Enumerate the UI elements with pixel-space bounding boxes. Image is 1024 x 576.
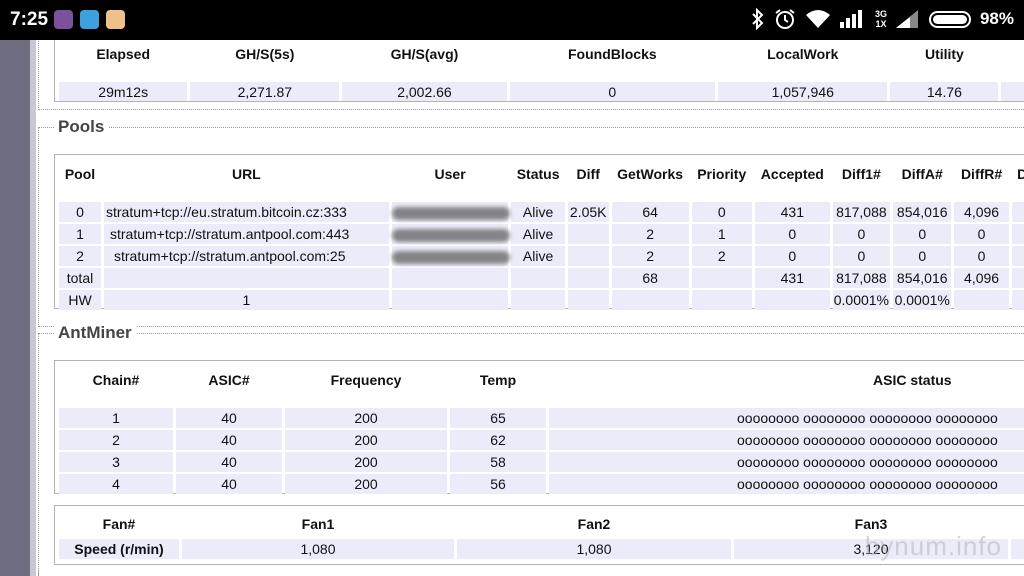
wifi-icon [805, 10, 830, 28]
summary-header: GH/S(avg) [390, 46, 459, 62]
network-type: 3G 1X [874, 9, 887, 29]
page-content: Elapsed GH/S(5s) GH/S(avg) FoundBlocks L… [36, 40, 1024, 576]
table-row: 2 40 200 62 oooooooo oooooooo oooooooo o… [59, 430, 1024, 450]
summary-header: Elapsed [96, 46, 151, 62]
summary-header: FoundBlocks [567, 46, 657, 62]
pools-header: Diff1# [841, 166, 881, 182]
gallery-app-icon [106, 10, 125, 29]
pools-header: Status [516, 166, 560, 182]
table-row: 1 stratum+tcp://stratum.antpool.com:443 … [59, 224, 1024, 244]
left-sidebar [0, 40, 30, 576]
table-row: HW 1 0.0001% 0.0001% [59, 290, 1024, 310]
antminer-header: ASIC status [873, 372, 952, 388]
table-row: 2 stratum+tcp://stratum.antpool.com:25 A… [59, 246, 1024, 266]
table-row: 1 40 200 65 oooooooo oooooooo oooooooo o… [59, 408, 1024, 428]
pools-legend: Pools [54, 117, 109, 137]
pools-header: DiffA# [901, 166, 943, 182]
bluetooth-icon [752, 8, 764, 30]
antminer-header: ASIC# [208, 372, 250, 388]
antminer-legend: AntMiner [54, 323, 136, 343]
fans-header: Fan2 [577, 516, 611, 532]
antminer-header: Temp [479, 372, 517, 388]
pools-header: DiffS# [1017, 166, 1024, 182]
antminer-table: Chain# ASIC# Frequency Temp ASIC status … [56, 364, 1024, 496]
summary-header: GH/S(5s) [235, 46, 295, 62]
table-row: 4 40 200 56 oooooooo oooooooo oooooooo o… [59, 474, 1024, 494]
table-row: 29m12s 2,271.87 2,002.66 0 1,057,946 14.… [59, 82, 1024, 101]
table-row: total 68 431 817,088 854,016 4,096 0 [59, 268, 1024, 288]
viber-icon [54, 10, 73, 29]
pools-table: Pool URL User Status Diff GetWorks Prior… [56, 158, 1024, 312]
pools-header: User [434, 166, 466, 182]
watermark: bynum.info [864, 531, 1002, 561]
summary-box: Elapsed GH/S(5s) GH/S(avg) FoundBlocks L… [54, 40, 1024, 102]
alarm-icon [775, 9, 795, 29]
signal-icon-2 [895, 10, 918, 28]
cloud-app-icon [80, 10, 99, 29]
pools-header: DiffR# [960, 166, 1003, 182]
redacted-user [391, 228, 510, 242]
pools-header: Accepted [760, 166, 824, 182]
pools-header: GetWorks [617, 166, 684, 182]
summary-header: Utility [924, 46, 964, 62]
antminer-header: Chain# [92, 372, 140, 388]
fans-header: Fan# [102, 516, 136, 532]
signal-icon [839, 10, 862, 28]
pools-header: Priority [697, 166, 747, 182]
fans-fieldset [38, 570, 1024, 576]
battery-percent: 98% [979, 9, 1014, 28]
pools-header: URL [231, 166, 261, 182]
antminer-header: Frequency [330, 372, 402, 388]
summary-table: Elapsed GH/S(5s) GH/S(avg) FoundBlocks L… [56, 40, 1024, 103]
pools-box: Pool URL User Status Diff GetWorks Prior… [54, 154, 1024, 312]
battery-icon [928, 10, 971, 28]
antminer-box: Chain# ASIC# Frequency Temp ASIC status … [54, 360, 1024, 494]
redacted-user [391, 250, 510, 264]
clock: 7:25 [10, 9, 49, 30]
redacted-user [391, 206, 510, 220]
fans-header: Fan1 [301, 516, 335, 532]
status-bar: 7:25 3G 1X 98% [0, 0, 1024, 40]
pools-header: Diff [576, 166, 600, 182]
table-row: 3 40 200 58 oooooooo oooooooo oooooooo o… [59, 452, 1024, 472]
summary-header: LocalWork [767, 46, 839, 62]
table-row: 0 stratum+tcp://eu.stratum.bitcoin.cz:33… [59, 202, 1024, 222]
pools-header: Pool [64, 166, 96, 182]
